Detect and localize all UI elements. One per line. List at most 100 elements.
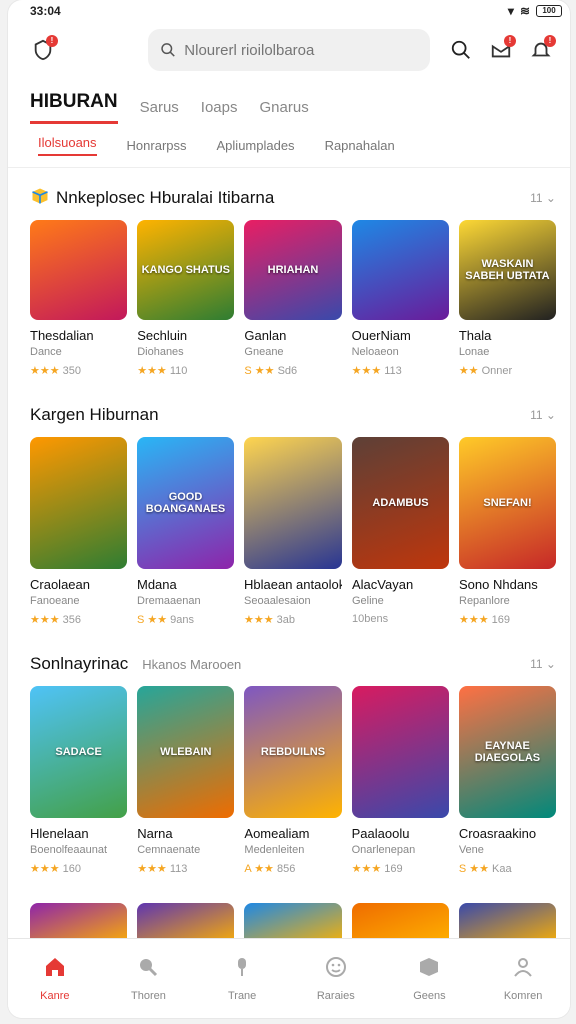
search-bar[interactable] bbox=[148, 29, 430, 71]
app-thumbnail[interactable] bbox=[30, 437, 127, 569]
tab-sarus[interactable]: Sarus bbox=[140, 99, 179, 124]
box-icon bbox=[417, 955, 441, 982]
star-icons: A ★★ bbox=[244, 863, 274, 875]
search-button[interactable] bbox=[446, 35, 476, 65]
app-rating: ★★★ 3ab bbox=[244, 613, 342, 626]
app-thumbnail[interactable]: KANGO SHATUS bbox=[137, 220, 235, 320]
tab-ioaps[interactable]: Ioaps bbox=[201, 99, 238, 124]
subtab-4[interactable]: Rapnahalan bbox=[325, 138, 395, 153]
section-subtitle: Hkanos Marooen bbox=[142, 656, 242, 672]
app-rating: S ★★ Sd6 bbox=[244, 364, 341, 377]
nav-label: Kanre bbox=[40, 990, 70, 1002]
see-more-button[interactable]: 11 ⌄ bbox=[530, 191, 556, 205]
app-name: Mdana bbox=[137, 577, 177, 592]
nav-item-thoren[interactable]: Thoren bbox=[113, 955, 183, 1002]
app-thumbnail[interactable] bbox=[351, 686, 449, 818]
bell-badge: ! bbox=[544, 35, 556, 47]
app-thumbnail[interactable]: WLEBAIN bbox=[137, 686, 235, 818]
star-icons: ★★★ bbox=[459, 614, 489, 626]
rating-value: Sd6 bbox=[274, 365, 298, 377]
nav-label: Thoren bbox=[131, 990, 166, 1002]
app-card[interactable]: GOOD BOANGANAES Mdana Dremaaenan S ★★ 9ans bbox=[137, 437, 234, 626]
app-card[interactable]: HRIAHAN Ganlan Gneane S ★★ Sd6 bbox=[244, 220, 342, 377]
subtab-1[interactable]: Ilolsuoans bbox=[38, 135, 97, 156]
rating-value: 113 bbox=[166, 863, 188, 875]
top-bar: ! ! ! bbox=[8, 22, 570, 78]
nav-item-kanre[interactable]: Kanre bbox=[20, 955, 90, 1002]
nav-label: Geens bbox=[413, 990, 446, 1002]
card-row: SADACE Hlenelaan Boenolfeaaunat ★★★ 160 WLEB… bbox=[30, 686, 557, 875]
card-row: Thesdalian Dance ★★★ 350 KANGO SHATUS Sechlu… bbox=[30, 220, 557, 377]
app-card[interactable]: WASKAIN SABEH UBTATA Thala Lonae ★★ Onner bbox=[458, 220, 557, 377]
mic-icon bbox=[230, 955, 254, 982]
search-icon bbox=[161, 43, 175, 57]
app-card[interactable]: Hblaean antaolokta Seoaalesaion ★★★ 3ab bbox=[244, 437, 342, 626]
section-2: Kargen Hiburnan 11 ⌄ Craolaean Fanoeane ★★★ … bbox=[8, 393, 570, 626]
star-icons: ★★★ bbox=[30, 863, 60, 875]
app-card[interactable]: Paalaoolu Onarlenepan ★★★ 169 bbox=[351, 686, 449, 875]
status-icons: ▾ ≋ 100 bbox=[508, 4, 562, 18]
search-icon bbox=[136, 955, 160, 982]
app-thumbnail[interactable] bbox=[244, 437, 342, 569]
app-thumbnail[interactable]: HRIAHAN bbox=[244, 220, 342, 320]
app-card[interactable]: WLEBAIN Narna Cemnaenate ★★★ 113 bbox=[137, 686, 235, 875]
app-thumbnail[interactable]: EAYNAE DIAEGOLAS bbox=[458, 686, 557, 818]
rating-value: Kaa bbox=[488, 863, 512, 875]
rating-value: 169 bbox=[381, 863, 403, 875]
see-more-button[interactable]: 11 ⌄ bbox=[530, 657, 556, 671]
app-name: Hblaean antaolokta bbox=[244, 577, 342, 592]
star-icons: ★★ bbox=[458, 365, 479, 377]
app-thumbnail[interactable] bbox=[351, 220, 449, 320]
subtab-2[interactable]: Honrarpss bbox=[127, 138, 187, 153]
nav-item-geens[interactable]: Geens bbox=[394, 955, 464, 1002]
app-card[interactable]: Craolaean Fanoeane ★★★ 356 bbox=[30, 437, 127, 626]
app-card[interactable]: SNEFAN! Sono Nhdans Repanlore ★★★ 169 bbox=[459, 437, 556, 626]
app-card[interactable]: KANGO SHATUS Sechluin Diohanes ★★★ 110 bbox=[137, 220, 235, 377]
signal-icon: ≋ bbox=[519, 4, 530, 18]
notification-shield-button[interactable]: ! bbox=[28, 35, 58, 65]
see-more-button[interactable]: 11 ⌄ bbox=[530, 408, 556, 422]
subtab-3[interactable]: Apliumplades bbox=[217, 138, 295, 153]
nav-item-trane[interactable]: Trane bbox=[207, 955, 277, 1002]
app-card[interactable]: ADAMBUS AlacVayan Geline 10bens bbox=[352, 437, 449, 626]
app-thumbnail[interactable]: GOOD BOANGANAES bbox=[137, 437, 234, 569]
app-card[interactable]: EAYNAE DIAEGOLAS Croasraakino Vene S ★★ Kaa bbox=[458, 686, 557, 875]
user-icon bbox=[511, 955, 535, 982]
app-thumbnail[interactable]: REBDUILNS bbox=[244, 686, 342, 818]
star-icons: S ★★ bbox=[137, 614, 168, 626]
nav-item-komren[interactable]: Komren bbox=[488, 955, 558, 1002]
tab-gnarus[interactable]: Gnarus bbox=[260, 99, 309, 124]
inbox-button[interactable]: ! bbox=[486, 35, 516, 65]
app-genre: Vene bbox=[458, 844, 484, 856]
tab-hiburan[interactable]: HIBURAN bbox=[30, 91, 118, 124]
rating-value: 356 bbox=[59, 614, 82, 626]
app-name: OuerNiam bbox=[351, 328, 411, 343]
app-card[interactable]: OuerNiam Neloaeon ★★★ 113 bbox=[351, 220, 449, 377]
app-rating: ★★★ 113 bbox=[352, 364, 449, 377]
app-rating: A ★★ 856 bbox=[244, 862, 341, 875]
app-card[interactable]: SADACE Hlenelaan Boenolfeaaunat ★★★ 160 bbox=[30, 686, 128, 875]
section-header: Sonlnayrinac Hkanos Marooen 11 ⌄ bbox=[30, 642, 556, 686]
star-icons: ★★★ bbox=[351, 365, 382, 377]
app-thumbnail[interactable]: WASKAIN SABEH UBTATA bbox=[458, 220, 557, 320]
nav-item-raraies[interactable]: Raraies bbox=[301, 955, 371, 1002]
section-title-text: Nnkeplosec Hburalai Itibarna bbox=[56, 188, 275, 207]
app-thumbnail[interactable] bbox=[30, 220, 128, 320]
app-card[interactable]: Thesdalian Dance ★★★ 350 bbox=[30, 220, 128, 377]
section-title-text: Sonlnayrinac bbox=[30, 654, 129, 673]
bell-button[interactable]: ! bbox=[526, 35, 556, 65]
app-thumbnail[interactable]: SNEFAN! bbox=[459, 437, 556, 569]
section-header: Nnkeplosec Hburalai Itibarna 11 ⌄ bbox=[30, 176, 556, 220]
app-rating: ★★★ 113 bbox=[137, 862, 234, 875]
app-rating: S ★★ Kaa bbox=[459, 862, 556, 875]
app-card[interactable]: REBDUILNS Aomealiam Medenleiten A ★★ 856 bbox=[244, 686, 342, 875]
app-thumbnail[interactable]: SADACE bbox=[30, 686, 128, 818]
app-thumbnail[interactable]: ADAMBUS bbox=[352, 437, 449, 569]
section-title: Sonlnayrinac Hkanos Marooen bbox=[30, 654, 241, 674]
section-3: Sonlnayrinac Hkanos Marooen 11 ⌄ SADACE Hlen… bbox=[8, 642, 570, 875]
app-name: Aomealiam bbox=[244, 826, 310, 841]
section-title: Kargen Hiburnan bbox=[30, 405, 159, 425]
battery-icon: 100 bbox=[536, 5, 562, 17]
content-sections: Nnkeplosec Hburalai Itibarna 11 ⌄ Thesdali… bbox=[8, 176, 570, 875]
search-input[interactable] bbox=[184, 41, 418, 59]
